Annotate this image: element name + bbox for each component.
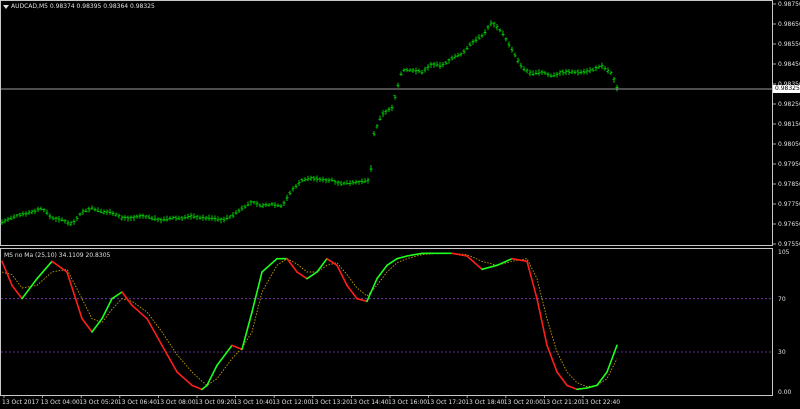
indicator-segment-up bbox=[216, 344, 233, 367]
symbol-header-text: AUDCAD,M5 0.98374 0.98395 0.98364 0.9832… bbox=[11, 3, 155, 10]
indicator-segment-down bbox=[81, 317, 93, 333]
indicator-segment-up bbox=[316, 257, 328, 273]
indicator-segment-down bbox=[161, 344, 178, 373]
indicator-segment-down bbox=[176, 371, 193, 387]
indicator-segment-down bbox=[286, 257, 298, 273]
indicator-segment-up bbox=[206, 364, 218, 387]
time-tick-label: 13 Oct 18:40 bbox=[465, 399, 505, 406]
indicator-segment-down bbox=[296, 271, 308, 280]
indicator-segment-up bbox=[251, 271, 263, 313]
price-tick-label: 0.98550 bbox=[778, 41, 800, 48]
indicator-segment-up bbox=[396, 255, 408, 260]
indicator-tick-label: 70 bbox=[778, 295, 786, 303]
indicator-segment-up bbox=[306, 271, 318, 280]
time-tick-label: 13 Oct 14:40 bbox=[349, 399, 389, 406]
indicator-segment-down bbox=[131, 304, 148, 320]
indicator-segment-up bbox=[111, 291, 123, 300]
time-tick-label: 13 Oct 08:00 bbox=[156, 399, 196, 406]
indicator-tick-label: 30 bbox=[778, 349, 786, 356]
symbol-header: AUDCAD,M5 0.98374 0.98395 0.98364 0.9832… bbox=[3, 3, 155, 10]
indicator-tick-label: 0.00 bbox=[778, 389, 792, 396]
price-tick-label: 0.97850 bbox=[778, 181, 800, 188]
time-tick-label: 13 Oct 22:40 bbox=[581, 399, 621, 406]
chart-canvas[interactable] bbox=[0, 0, 800, 409]
price-tick-label: 0.98750 bbox=[778, 0, 800, 8]
indicator-header: MS no Ma (25,10) 34.1109 20.8305 bbox=[4, 252, 111, 259]
price-tick-label: 0.97650 bbox=[778, 221, 800, 228]
indicator-segment-down bbox=[526, 260, 538, 300]
indicator-segment-up bbox=[376, 264, 388, 280]
time-tick-label: 13 Oct 17:20 bbox=[426, 399, 466, 406]
indicator-segment-down bbox=[191, 384, 203, 391]
time-tick-label: 13 Oct 04:00 bbox=[40, 399, 80, 406]
time-tick-label: 13 Oct 09:20 bbox=[195, 399, 235, 406]
indicator-segment-up bbox=[596, 371, 608, 387]
indicator-segment-down bbox=[231, 344, 243, 351]
price-tick-label: 0.98250 bbox=[778, 101, 800, 108]
time-tick-label: 13 Oct 20:00 bbox=[503, 399, 543, 406]
indicator-segment-up bbox=[21, 277, 38, 300]
indicator-segment-down bbox=[1, 260, 13, 287]
price-tick-label: 0.98350 bbox=[778, 81, 800, 88]
dropdown-triangle-icon[interactable] bbox=[3, 4, 9, 9]
indicator-segment-up bbox=[201, 384, 208, 391]
time-tick-label: 13 Oct 10:40 bbox=[233, 399, 273, 406]
indicator-segment-up bbox=[576, 387, 588, 391]
price-tick-label: 0.98150 bbox=[778, 121, 800, 128]
price-tick-label: 0.98050 bbox=[778, 141, 800, 148]
indicator-segment-down bbox=[556, 371, 568, 387]
indicator-segment-up bbox=[606, 344, 618, 373]
indicator-segment-up bbox=[101, 297, 113, 320]
time-tick-label: 13 Oct 13:20 bbox=[310, 399, 350, 406]
indicator-dotted-line bbox=[1, 252, 618, 388]
indicator-segment-down bbox=[11, 284, 23, 300]
indicator-segment-down bbox=[546, 344, 558, 373]
indicator-segment-up bbox=[496, 257, 513, 267]
time-tick-label: 13 Oct 06:40 bbox=[117, 399, 157, 406]
indicator-segment-up bbox=[241, 311, 253, 351]
time-tick-label: 13 Oct 12:00 bbox=[272, 399, 312, 406]
price-tick-label: 0.97750 bbox=[778, 201, 800, 208]
indicator-segment-down bbox=[536, 297, 548, 347]
indicator-segment-up bbox=[406, 252, 423, 257]
indicator-segment-up bbox=[366, 277, 378, 303]
indicator-segment-down bbox=[566, 384, 578, 391]
time-tick-label: 13 Oct 05:20 bbox=[79, 399, 119, 406]
time-tick-label: 13 Oct 2017 bbox=[2, 399, 40, 406]
time-tick-label: 13 Oct 21:20 bbox=[542, 399, 582, 406]
price-tick-label: 0.98450 bbox=[778, 61, 800, 68]
indicator-tick-label: 105 bbox=[778, 249, 790, 256]
indicator-segment-up bbox=[481, 264, 498, 271]
time-tick-label: 13 Oct 16:00 bbox=[388, 399, 428, 406]
price-tick-label: 0.97950 bbox=[778, 161, 800, 168]
indicator-segment-down bbox=[66, 271, 83, 320]
price-tick-label: 0.97550 bbox=[778, 241, 800, 248]
indicator-segment-down bbox=[346, 284, 358, 300]
indicator-segment-up bbox=[36, 260, 53, 280]
price-tick-label: 0.98650 bbox=[778, 21, 800, 28]
